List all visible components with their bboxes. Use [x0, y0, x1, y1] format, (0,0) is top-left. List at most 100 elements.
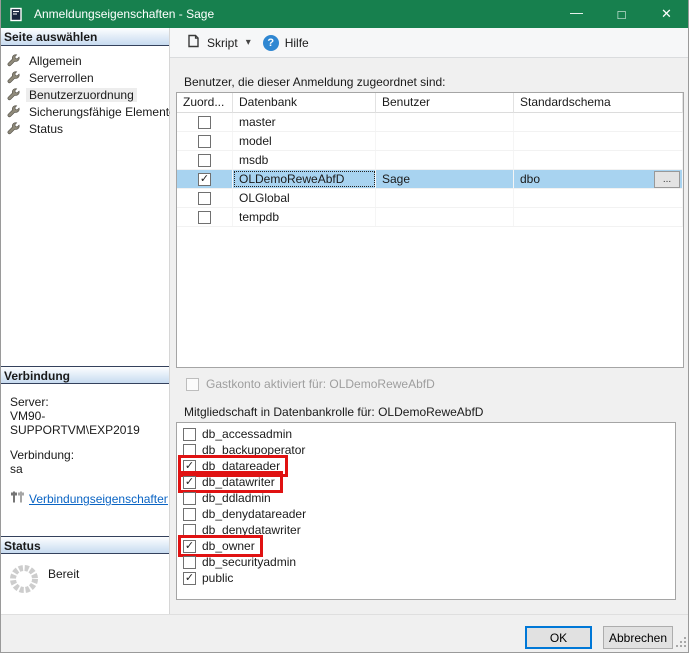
- user-cell[interactable]: [376, 208, 514, 226]
- schema-cell[interactable]: [514, 151, 683, 169]
- sidebar-page-item-status[interactable]: Status: [0, 120, 169, 137]
- footer: OK Abbrechen: [0, 614, 689, 653]
- role-list-item-db_datawriter[interactable]: ✓ db_datawriter: [181, 474, 675, 490]
- database-cell[interactable]: master: [233, 113, 376, 131]
- sidebar-page-item-allgemein[interactable]: Allgemein: [0, 52, 169, 69]
- table-body: master model msdb ✓ OLDemoReweAbfD Sage …: [177, 113, 683, 227]
- sidebar-page-label: Status: [26, 122, 66, 136]
- guest-account-label: Gastkonto aktiviert für: OLDemoReweAbfD: [206, 377, 435, 391]
- users-table-caption: Benutzer, die dieser Anmeldung zugeordne…: [184, 75, 446, 89]
- mapping-checkbox-cell[interactable]: [177, 113, 233, 131]
- role-checkbox[interactable]: [183, 428, 196, 441]
- user-cell[interactable]: [376, 132, 514, 150]
- sidebar-page-item-sicherungsf-hige-elemente[interactable]: Sicherungsfähige Elemente: [0, 103, 169, 120]
- mapping-checkbox[interactable]: [198, 135, 211, 148]
- role-checkbox[interactable]: ✓: [183, 540, 196, 553]
- guest-account-checkbox: [186, 378, 199, 391]
- roles-caption: Mitgliedschaft in Datenbankrolle für: OL…: [184, 405, 483, 419]
- role-checkbox[interactable]: [183, 444, 196, 457]
- role-list-item-db_datareader[interactable]: ✓ db_datareader: [181, 458, 675, 474]
- role-checkbox[interactable]: [183, 524, 196, 537]
- table-row[interactable]: tempdb: [177, 208, 683, 227]
- mapping-checkbox-cell[interactable]: ✓: [177, 170, 233, 188]
- role-list-item-public[interactable]: ✓ public: [181, 570, 675, 586]
- role-box: db_denydatareader: [181, 506, 311, 522]
- database-cell[interactable]: msdb: [233, 151, 376, 169]
- mapping-checkbox-cell[interactable]: [177, 132, 233, 150]
- database-cell[interactable]: model: [233, 132, 376, 150]
- table-row[interactable]: master: [177, 113, 683, 132]
- mapping-checkbox-cell[interactable]: [177, 189, 233, 207]
- mapping-checkbox[interactable]: [198, 116, 211, 129]
- ok-button[interactable]: OK: [525, 626, 592, 649]
- role-list-item-db_accessadmin[interactable]: db_accessadmin: [181, 426, 675, 442]
- database-cell[interactable]: OLDemoReweAbfD: [233, 170, 376, 188]
- mapping-checkbox[interactable]: ✓: [198, 173, 211, 186]
- table-row[interactable]: ✓ OLDemoReweAbfD Sage dbo ...: [177, 170, 683, 189]
- database-cell[interactable]: tempdb: [233, 208, 376, 226]
- minimize-button[interactable]: —: [554, 0, 599, 28]
- database-cell[interactable]: OLGlobal: [233, 189, 376, 207]
- script-button[interactable]: Skript ▾: [181, 31, 255, 54]
- role-checkbox[interactable]: ✓: [183, 476, 196, 489]
- sidebar-page-label: Benutzerzuordnung: [26, 88, 137, 102]
- role-box: ✓ db_datareader: [181, 458, 285, 474]
- role-list-item-db_denydatareader[interactable]: db_denydatareader: [181, 506, 675, 522]
- mapping-checkbox[interactable]: [198, 192, 211, 205]
- role-list-item-db_ddladmin[interactable]: db_ddladmin: [181, 490, 675, 506]
- role-list-item-db_securityadmin[interactable]: db_securityadmin: [181, 554, 675, 570]
- table-row[interactable]: OLGlobal: [177, 189, 683, 208]
- schema-browse-button[interactable]: ...: [654, 171, 680, 188]
- sidebar-page-item-benutzerzuordnung[interactable]: Benutzerzuordnung: [0, 86, 169, 103]
- help-button[interactable]: ? Hilfe: [259, 33, 313, 53]
- schema-cell[interactable]: [514, 208, 683, 226]
- role-box: ✓ public: [181, 570, 238, 586]
- resize-grip[interactable]: [675, 636, 687, 651]
- mapping-checkbox-cell[interactable]: [177, 208, 233, 226]
- mapping-checkbox[interactable]: [198, 154, 211, 167]
- column-header[interactable]: Standardschema: [514, 93, 683, 113]
- database-roles-list: db_accessadmin db_backupoperator ✓ db_da…: [176, 422, 676, 600]
- help-icon: ?: [263, 35, 279, 51]
- role-checkbox[interactable]: ✓: [183, 460, 196, 473]
- server-value: VM90-SUPPORTVM\EXP2019: [10, 409, 169, 437]
- role-list-item-db_owner[interactable]: ✓ db_owner: [181, 538, 675, 554]
- role-label: db_securityadmin: [202, 555, 296, 569]
- schema-cell[interactable]: [514, 189, 683, 207]
- chevron-down-icon[interactable]: ▾: [246, 37, 251, 48]
- user-cell[interactable]: [376, 113, 514, 131]
- script-icon: [185, 33, 201, 52]
- cancel-button[interactable]: Abbrechen: [603, 626, 673, 649]
- wrench-icon: [7, 122, 20, 135]
- maximize-button[interactable]: □: [599, 0, 644, 28]
- schema-cell[interactable]: [514, 132, 683, 150]
- role-list-item-db_denydatawriter[interactable]: db_denydatawriter: [181, 522, 675, 538]
- close-button[interactable]: ✕: [644, 0, 689, 28]
- column-header[interactable]: Zuord...: [177, 93, 233, 113]
- sidebar-page-item-serverrollen[interactable]: Serverrollen: [0, 69, 169, 86]
- role-checkbox[interactable]: [183, 492, 196, 505]
- mapping-checkbox[interactable]: [198, 211, 211, 224]
- user-cell[interactable]: [376, 189, 514, 207]
- role-label: db_denydatawriter: [202, 523, 301, 537]
- role-checkbox[interactable]: [183, 508, 196, 521]
- column-header[interactable]: Datenbank: [233, 93, 376, 113]
- mapping-checkbox-cell[interactable]: [177, 151, 233, 169]
- column-header[interactable]: Benutzer: [376, 93, 514, 113]
- user-cell[interactable]: Sage: [376, 170, 514, 188]
- table-row[interactable]: model: [177, 132, 683, 151]
- status-header: Status: [0, 536, 169, 554]
- role-list-item-db_backupoperator[interactable]: db_backupoperator: [181, 442, 675, 458]
- toolbar: Skript ▾ ? Hilfe: [170, 28, 689, 58]
- table-row[interactable]: msdb: [177, 151, 683, 170]
- login-value: sa: [10, 462, 169, 476]
- window-controls: — □ ✕: [554, 0, 689, 28]
- view-connection-properties-link[interactable]: Verbindungseigenschaften an: [29, 492, 168, 506]
- wrench-icon: [7, 105, 20, 118]
- schema-cell[interactable]: [514, 113, 683, 131]
- role-checkbox[interactable]: [183, 556, 196, 569]
- login-label: Verbindung:: [10, 448, 169, 462]
- role-checkbox[interactable]: ✓: [183, 572, 196, 585]
- sidebar-page-label: Allgemein: [26, 54, 85, 68]
- user-cell[interactable]: [376, 151, 514, 169]
